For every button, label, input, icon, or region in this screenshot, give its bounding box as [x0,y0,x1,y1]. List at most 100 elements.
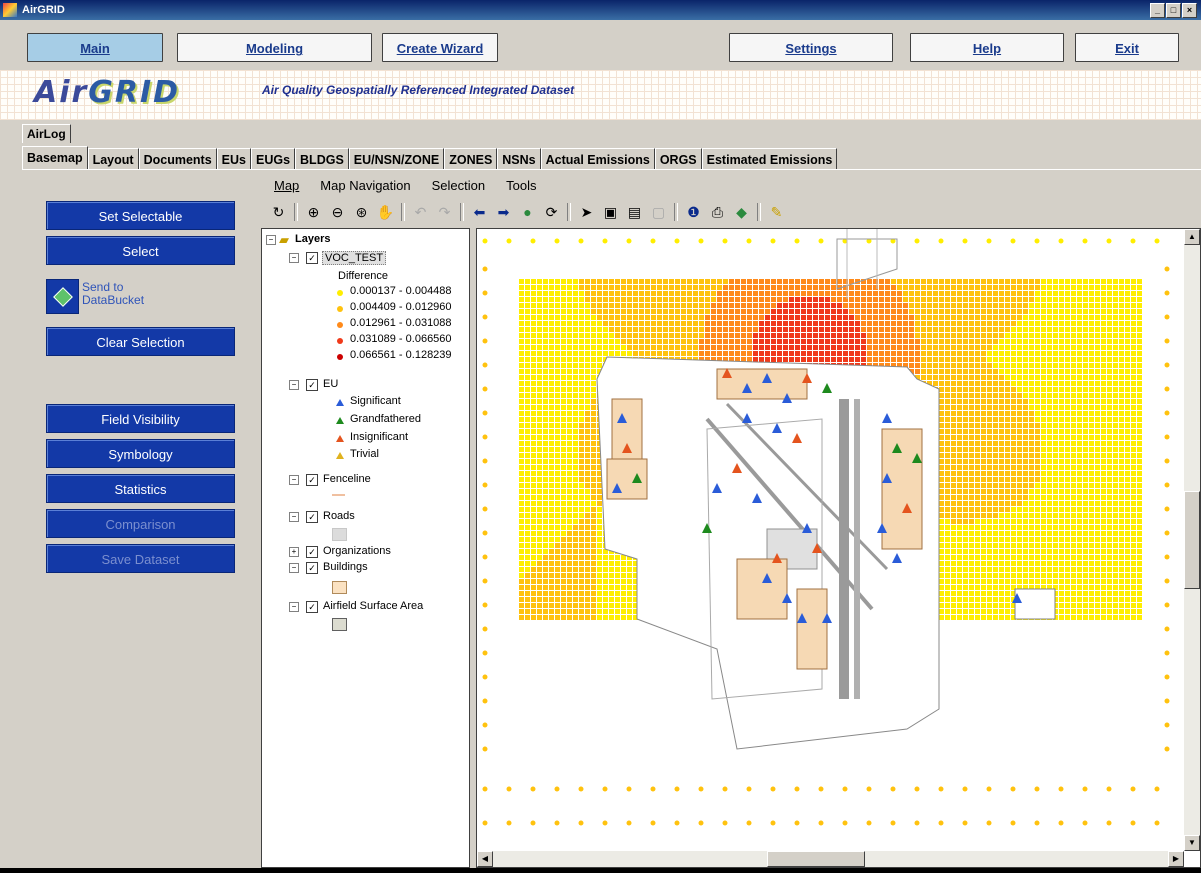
layer-icon[interactable]: ▤ [624,202,645,223]
field-visibility-button[interactable]: Field Visibility [46,404,235,433]
eu-label-trivial: Trivial [350,448,379,460]
tab-orgs[interactable]: ORGS [654,148,702,170]
scroll-left-icon[interactable]: ◀ [477,851,493,867]
range-label-0: 0.000137 - 0.004488 [350,285,452,297]
menu-map-navigation[interactable]: Map Navigation [320,178,410,193]
tab-zones[interactable]: ZONES [444,148,498,170]
reload-icon[interactable]: ⟳ [541,202,562,223]
collapse-roads-toggle[interactable]: − [289,512,299,522]
tab-eus[interactable]: EUs [216,148,251,170]
collapse-airfield-toggle[interactable]: − [289,602,299,612]
left-arrow-icon[interactable]: ⬅ [469,202,490,223]
voc-checkbox[interactable]: ✓ [306,252,318,264]
eu-label-grandfathered: Grandfathered [350,413,421,425]
difference-label: Difference [338,270,388,282]
tab-nsns[interactable]: NSNs [497,148,541,170]
select-button[interactable]: Select [46,236,235,265]
set-selectable-button[interactable]: Set Selectable [46,201,235,230]
map-vertical-scrollbar[interactable]: ▲ ▼ [1184,229,1200,851]
organizations-checkbox[interactable]: ✓ [306,546,318,558]
info-icon[interactable]: ❶ [683,202,704,223]
table-icon[interactable]: ▢ [648,202,669,223]
tab-estimated-emissions[interactable]: Estimated Emissions [701,148,838,170]
send-to-databucket-button[interactable]: Send to DataBucket [46,279,235,317]
scroll-down-icon[interactable]: ▼ [1184,835,1200,851]
scroll-up-icon[interactable]: ▲ [1184,229,1200,245]
identify-icon[interactable]: ▣ [600,202,621,223]
symbol-icon[interactable]: ◆ [731,202,752,223]
nav-create-wizard-button[interactable]: Create Wizard [382,33,498,62]
tab-airlog[interactable]: AirLog [22,124,71,143]
window-title: AirGRID [22,4,65,16]
tab-eugs[interactable]: EUGs [250,148,296,170]
statistics-button[interactable]: Statistics [46,474,235,503]
menu-map[interactable]: Map [274,178,299,193]
map-view[interactable]: ▲ ▼ ◀ ▶ [476,228,1201,868]
title-bar: AirGRID _ □ × [0,0,1201,20]
fenceline-checkbox[interactable]: ✓ [306,474,318,486]
tab-layout[interactable]: Layout [87,148,139,170]
close-button[interactable]: × [1182,3,1197,18]
save-dataset-button[interactable]: Save Dataset [46,544,235,573]
menu-selection[interactable]: Selection [432,178,485,193]
tab-documents[interactable]: Documents [138,148,217,170]
organizations-layer-label: Organizations [323,545,391,557]
minimize-button[interactable]: _ [1150,3,1165,18]
comparison-button[interactable]: Comparison [46,509,235,538]
scroll-right-icon[interactable]: ▶ [1168,851,1184,867]
roads-layer-label: Roads [323,510,355,522]
clear-selection-button[interactable]: Clear Selection [46,327,235,356]
collapse-eu-toggle[interactable]: − [289,380,299,390]
nav-help-button[interactable]: Help [910,33,1064,62]
measure-icon[interactable]: ✎ [766,202,787,223]
collapse-layers-toggle[interactable]: − [266,235,276,245]
collapse-fenceline-toggle[interactable]: − [289,475,299,485]
airfield-layer-label: Airfield Surface Area [323,600,424,612]
zoom-full-icon[interactable]: ⊛ [351,202,372,223]
roads-checkbox[interactable]: ✓ [306,511,318,523]
tab-basemap[interactable]: Basemap [22,146,88,170]
airfield-swatch [332,618,347,631]
send-to-label: Send to [82,280,124,294]
airfield-checkbox[interactable]: ✓ [306,601,318,613]
eu-label-insignificant: Insignificant [350,431,409,443]
eu-checkbox[interactable]: ✓ [306,379,318,391]
voc-layer-label[interactable]: VOC_TEST [322,251,387,265]
range-swatch-2 [337,322,343,328]
globe-icon[interactable]: ● [517,202,538,223]
vertical-scroll-thumb[interactable] [1184,491,1200,589]
eu-swatch-grandfathered [336,417,344,424]
nav-main-button[interactable]: Main [27,33,163,62]
map-horizontal-scrollbar[interactable]: ◀ ▶ [477,851,1184,867]
select-arrow-icon[interactable]: ➤ [576,202,597,223]
collapse-buildings-toggle[interactable]: − [289,563,299,573]
tab-eu-nsn-zone[interactable]: EU/NSN/ZONE [348,148,445,170]
nav-settings-button[interactable]: Settings [729,33,893,62]
right-arrow-icon[interactable]: ➡ [493,202,514,223]
map-menubar: Map Map Navigation Selection Tools [274,178,536,193]
buildings-checkbox[interactable]: ✓ [306,562,318,574]
collapse-voc-toggle[interactable]: − [289,253,299,263]
maximize-button[interactable]: □ [1166,3,1181,18]
zoom-in-icon[interactable]: ⊕ [303,202,324,223]
menu-tools[interactable]: Tools [506,178,536,193]
horizontal-scroll-thumb[interactable] [767,851,865,867]
eu-swatch-insignificant [336,435,344,442]
nav-exit-button[interactable]: Exit [1075,33,1179,62]
range-label-4: 0.066561 - 0.128239 [350,349,452,361]
tab-actual-emissions[interactable]: Actual Emissions [540,148,655,170]
emissions-grid-map[interactable] [477,229,1184,851]
symbology-button[interactable]: Symbology [46,439,235,468]
range-swatch-0 [337,290,343,296]
print-icon[interactable]: ⎙ [707,202,728,223]
buildings-swatch [332,581,347,594]
refresh-icon[interactable]: ↻ [268,202,289,223]
back-icon[interactable]: ↶ [410,202,431,223]
zoom-out-icon[interactable]: ⊖ [327,202,348,223]
nav-modeling-button[interactable]: Modeling [177,33,372,62]
app-window: AirGRID _ □ × Main Modeling Create Wizar… [0,0,1201,868]
tab-bldgs[interactable]: BLDGS [295,148,349,170]
pan-icon[interactable]: ✋ [375,202,396,223]
expand-organizations-toggle[interactable]: + [289,547,299,557]
forward-icon[interactable]: ↷ [434,202,455,223]
